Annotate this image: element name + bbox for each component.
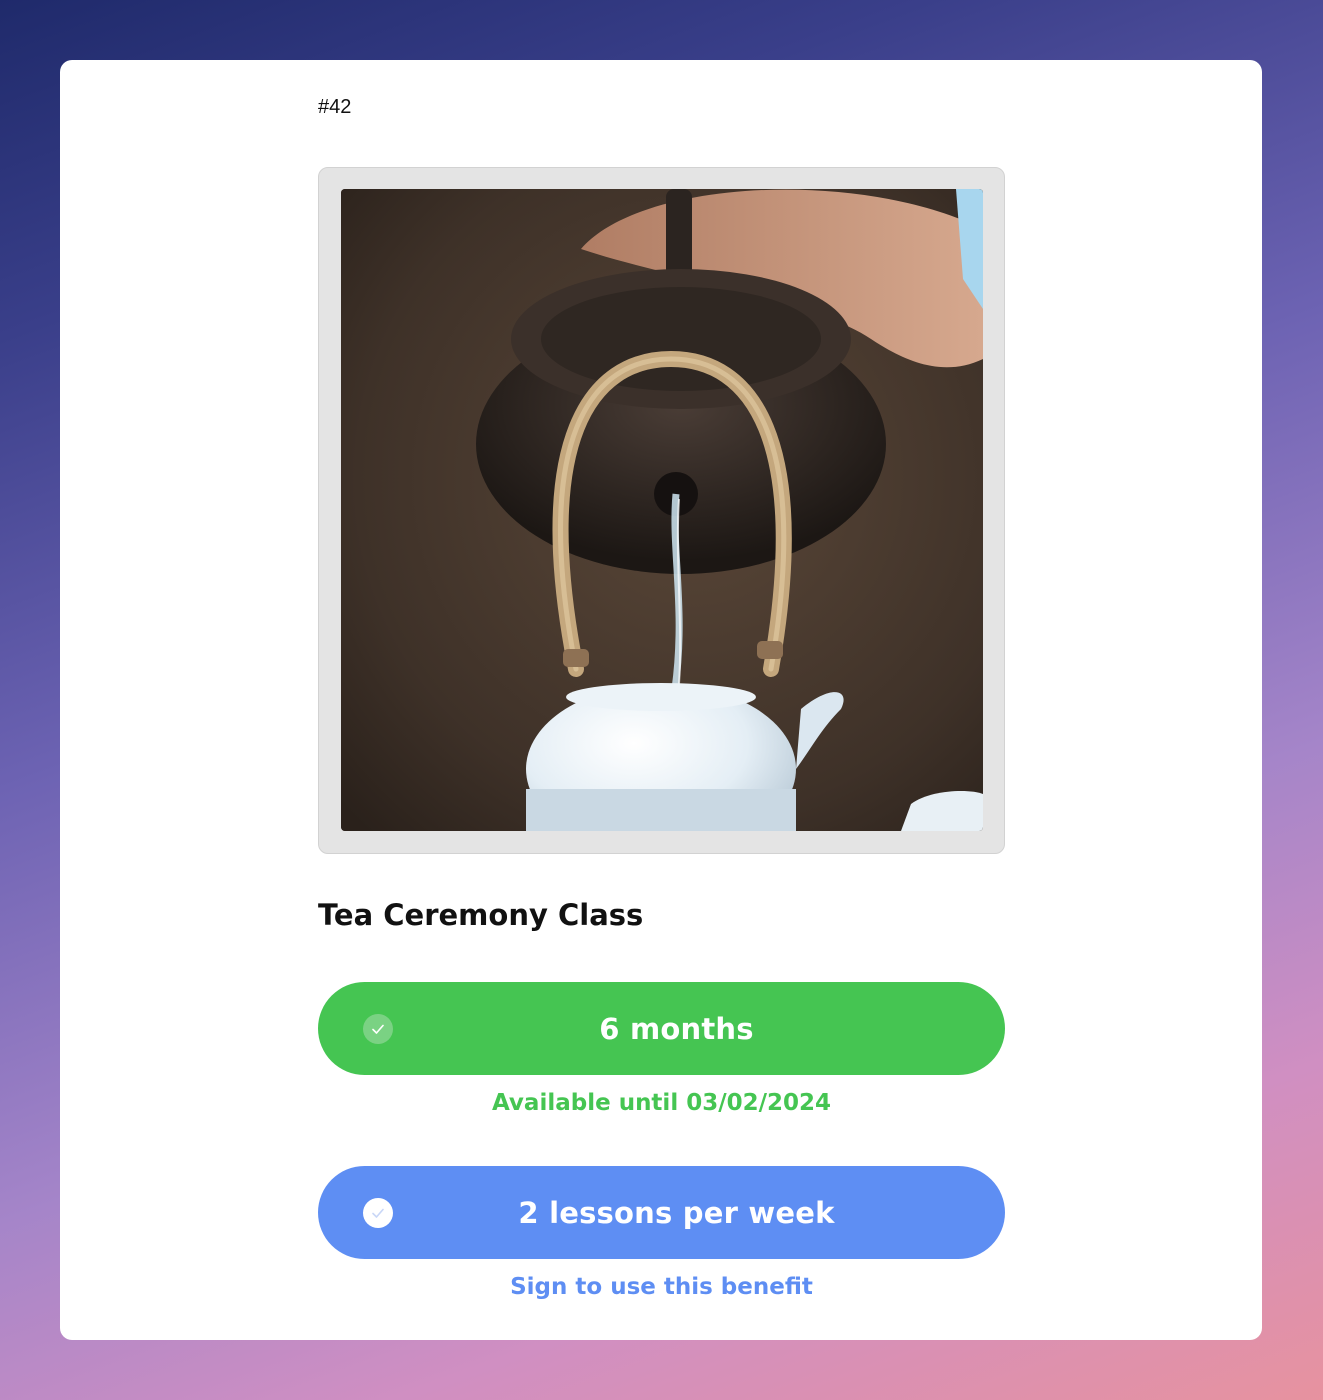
benefit-lessons-button[interactable]: 2 lessons per week xyxy=(318,1166,1005,1259)
availability-status: Available until 03/02/2024 xyxy=(491,1090,832,1116)
check-icon xyxy=(363,1198,393,1228)
image-frame xyxy=(318,167,1005,854)
benefit-card: #42 Tea Ceremony Class 6 months Availabl… xyxy=(60,60,1262,1340)
sign-benefit-link[interactable]: Sign to use this benefit xyxy=(318,1274,1005,1300)
benefit-duration-button[interactable]: 6 months xyxy=(318,982,1005,1075)
tea-ceremony-image xyxy=(341,189,983,831)
token-id: #42 xyxy=(318,96,352,118)
benefit-lessons-label: 2 lessons per week xyxy=(518,1195,835,1230)
check-icon xyxy=(363,1014,393,1044)
tea-pour-illustration xyxy=(341,189,983,831)
benefit-title: Tea Ceremony Class xyxy=(318,898,644,932)
benefit-duration-label: 6 months xyxy=(599,1011,754,1046)
